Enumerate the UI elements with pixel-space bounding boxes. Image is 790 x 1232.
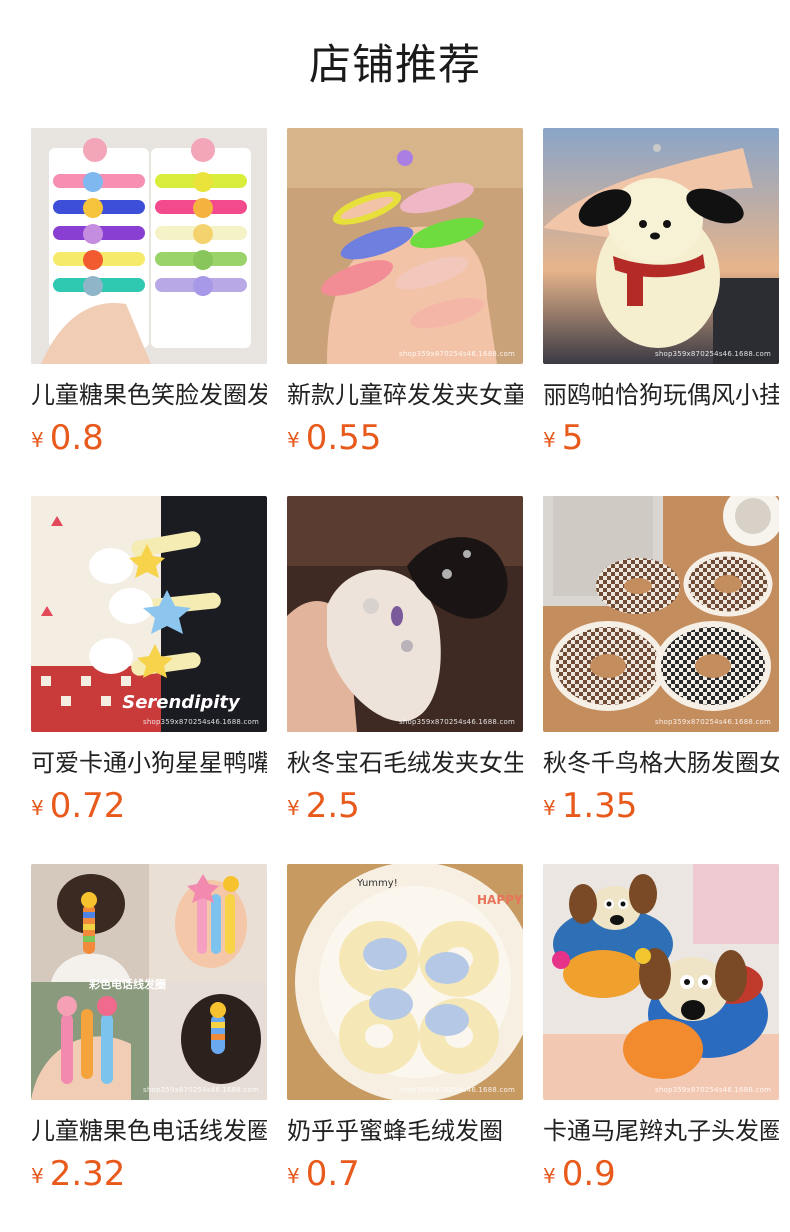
cartoon-clips-photo: Serendipity [31,496,267,732]
watermark-text: shop359x870254s46.1688.com [142,718,259,726]
price-value: 1.35 [561,786,638,826]
currency-symbol: ¥ [543,1164,556,1188]
currency-symbol: ¥ [287,796,300,820]
product-name[interactable]: 秋冬宝石毛绒发夹女生 [287,746,523,780]
serendipity-caption: Serendipity [122,692,241,713]
product-name[interactable]: 可爱卡通小狗星星鸭嘴夹 [31,746,267,780]
product-name[interactable]: 秋冬千鸟格大肠发圈女 [543,746,779,780]
price-value: 0.8 [49,418,104,458]
page-title: 店铺推荐 [308,40,481,89]
price-value: 2.32 [49,1154,126,1194]
price-value: 0.72 [49,786,126,826]
price-value: 5 [561,418,584,458]
product-card[interactable]: shop359x870254s46.1688.com 丽鸥帕恰狗玩偶风小挂件 ¥… [543,128,779,496]
product-price: ¥0.72 [31,786,267,826]
currency-symbol: ¥ [31,428,44,452]
watermark-text: shop359x870254s46.1688.com [654,718,771,726]
product-name[interactable]: 丽鸥帕恰狗玩偶风小挂件 [543,378,779,412]
watermark-text: shop359x870254s46.1688.com [654,350,771,358]
product-card[interactable]: Yummy! HAPPY shop359x870254s46.1688.com … [287,864,523,1232]
currency-symbol: ¥ [287,428,300,452]
scrunchie-product-photo [31,128,267,364]
price-value: 0.9 [561,1154,616,1194]
product-price: ¥5 [543,418,779,458]
product-name[interactable]: 卡通马尾辫丸子头发圈 [543,1114,779,1148]
watermark-text: shop359x870254s46.1688.com [398,1086,515,1094]
product-grid: 儿童糖果色笑脸发圈发绳 ¥0.8 [31,128,779,1232]
product-name[interactable]: 儿童糖果色电话线发圈 [31,1114,267,1148]
product-image[interactable]: Yummy! HAPPY shop359x870254s46.1688.com [287,864,523,1100]
product-card[interactable]: 儿童糖果色笑脸发圈发绳 ¥0.8 [31,128,267,496]
product-image[interactable]: shop359x870254s46.1688.com [543,496,779,732]
product-price: ¥1.35 [543,786,779,826]
product-price: ¥2.32 [31,1154,267,1194]
watermark-text: shop359x870254s46.1688.com [654,1086,771,1094]
shop-recommendations-page: 店铺推荐 儿童糖果色笑脸发圈发 ¥ 0.8 shop359x870254s46.… [0,0,790,1232]
fur-clips-photo [287,496,523,732]
product-name[interactable]: 新款儿童碎发发夹女童 [287,378,523,412]
currency-symbol: ¥ [287,1164,300,1188]
product-price: ¥0.7 [287,1154,523,1194]
product-price: ¥0.8 [31,418,267,458]
currency-symbol: ¥ [31,1164,44,1188]
currency-symbol: ¥ [543,428,556,452]
yummy-caption: Yummy! [356,878,398,889]
product-price: ¥2.5 [287,786,523,826]
happy-caption: HAPPY [477,893,523,907]
product-card[interactable]: shop359x870254s46.1688.com 秋冬宝石毛绒发夹女生 ¥2… [287,496,523,864]
product-image[interactable]: shop359x870254s46.1688.com [287,496,523,732]
product-image[interactable]: shop359x870254s46.1688.com [543,128,779,364]
plush-dog-photo [543,128,779,364]
coil-caption: 彩色电话线发圈 [88,977,166,991]
product-price: ¥0.55 [287,418,523,458]
product-card[interactable]: shop359x870254s46.1688.com 新款儿童碎发发夹女童 ¥0… [287,128,523,496]
watermark-text: shop359x870254s46.1688.com [398,718,515,726]
price-value: 0.7 [305,1154,360,1194]
currency-symbol: ¥ [543,796,556,820]
currency-symbol: ¥ [31,796,44,820]
product-card[interactable]: shop359x870254s46.1688.com 秋冬千鸟格大肠发圈女 ¥1… [543,496,779,864]
houndstooth-scrunchies-photo [543,496,779,732]
gromit-scrunchie-photo [543,864,779,1100]
watermark-text: shop359x870254s46.1688.com [398,350,515,358]
product-price: ¥0.9 [543,1154,779,1194]
bee-fluffy-scrunchies-photo: Yummy! HAPPY [287,864,523,1100]
product-image[interactable]: 彩色电话线发圈 shop359x870254s46.1688.com [31,864,267,1100]
product-image[interactable]: Serendipity shop359x870254s46.1688.com [31,496,267,732]
coil-hair-ties-photo: 彩色电话线发圈 [31,864,267,1100]
product-card[interactable]: 彩色电话线发圈 shop359x870254s46.1688.com 儿童糖果色… [31,864,267,1232]
product-image[interactable] [31,128,267,364]
product-card[interactable]: shop359x870254s46.1688.com 卡通马尾辫丸子头发圈 ¥0… [543,864,779,1232]
product-name[interactable]: 儿童糖果色笑脸发圈发绳 [31,378,267,412]
carrot-clips-photo [287,128,523,364]
price-value: 2.5 [305,786,360,826]
watermark-text: shop359x870254s46.1688.com [142,1086,259,1094]
price-value: 0.55 [305,418,382,458]
product-name[interactable]: 奶乎乎蜜蜂毛绒发圈 [287,1114,523,1148]
product-card[interactable]: Serendipity shop359x870254s46.1688.com 可… [31,496,267,864]
product-image[interactable]: shop359x870254s46.1688.com [543,864,779,1100]
product-image[interactable]: shop359x870254s46.1688.com [287,128,523,364]
